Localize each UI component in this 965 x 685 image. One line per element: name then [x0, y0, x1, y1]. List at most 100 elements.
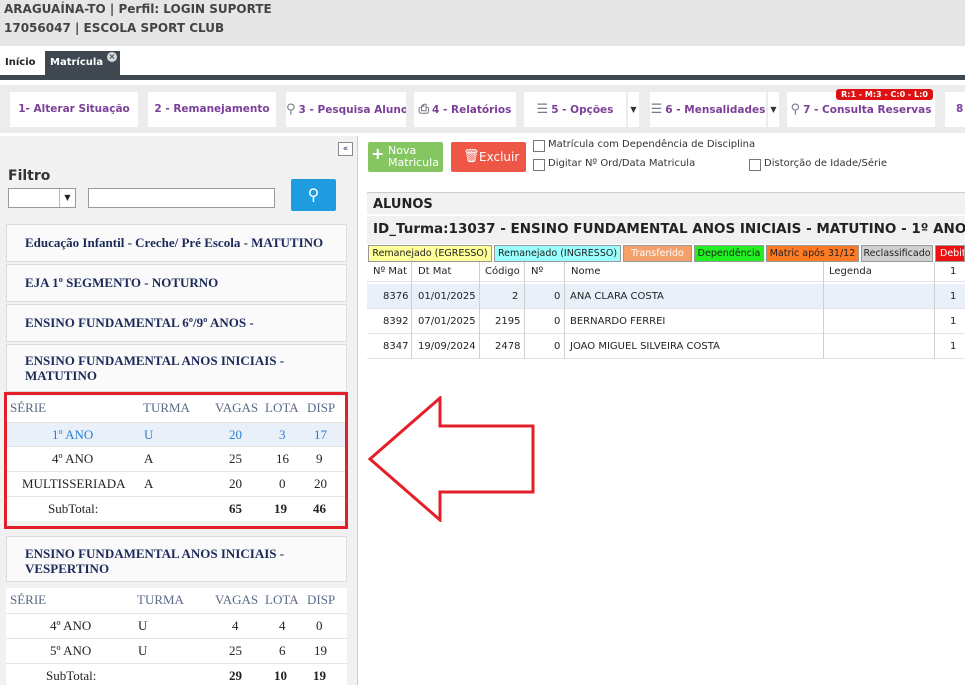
pesquisa-aluno-button[interactable]: ⚲ 3 - Pesquisa Aluno	[286, 92, 406, 127]
accordion-fund-6-9[interactable]: ENSINO FUNDAMENTAL 6º/9º ANOS - MATUTINO	[6, 304, 347, 366]
cell-disp: 0	[316, 618, 323, 633]
reservas-status-badge: R:1 - M:3 - C:0 - L:0	[836, 89, 933, 100]
legend-transferido: Transferido	[623, 245, 692, 262]
cell-nome: JOAO MIGUEL SILVEIRA COSTA	[570, 341, 720, 352]
table-row[interactable]: 8376 01/01/2025 2 0 ANA CLARA COSTA 1	[367, 284, 965, 309]
cell-nmat: 8376	[383, 291, 409, 302]
accordion-title-line1: ENSINO FUNDAMENTAL ANOS INICIAIS -	[25, 546, 285, 561]
cell-disp: 19	[314, 643, 327, 658]
filter-select[interactable]: ▼	[8, 188, 76, 208]
col-last[interactable]: 1	[950, 262, 956, 282]
col-codigo[interactable]: Código	[485, 262, 520, 282]
turmas-grid-vespertino: SÉRIE TURMA VAGAS LOTA DISP 4º ANO U 4 4…	[6, 588, 347, 685]
filter-search-input[interactable]	[88, 188, 275, 208]
app-header: ARAGUAÍNA-TO | Perfil: LOGIN SUPORTE 170…	[0, 0, 965, 46]
accordion-title-line1: ENSINO FUNDAMENTAL ANOS INICIAIS -	[25, 353, 285, 368]
col-dtmat[interactable]: Dt Mat	[418, 262, 451, 282]
filter-search-button[interactable]: ⚲	[291, 179, 336, 211]
cell-lota: 4	[279, 618, 286, 633]
col-turma[interactable]: TURMA	[137, 588, 184, 612]
mensalidades-label: 6 - Mensalidades	[665, 104, 766, 116]
cell-vagas: 4	[232, 618, 239, 633]
collapse-panel-icon[interactable]: «	[338, 142, 353, 156]
mensalidades-dropdown-icon[interactable]: ▼	[768, 92, 779, 127]
opcoes-button[interactable]: ☰ 5 - Opções	[524, 92, 626, 127]
accordion-title-line2: MATUTINO	[25, 368, 97, 383]
checkbox-dependencia-disciplina[interactable]: Matrícula com Dependência de Disciplina	[533, 139, 755, 152]
alterar-situacao-button[interactable]: 1- Alterar Situação	[10, 92, 138, 127]
cell-dtmat: 01/01/2025	[418, 291, 476, 302]
col-nome[interactable]: Nome	[571, 262, 601, 282]
accordion-ed-infantil[interactable]: Educação Infantil - Creche/ Pré Escola -…	[6, 224, 347, 262]
col-disp[interactable]: DISP	[307, 588, 335, 612]
filter-label: Filtro	[8, 168, 51, 184]
cell-last: 1	[950, 341, 957, 352]
remanejamento-button[interactable]: 2 - Remanejamento	[148, 92, 276, 127]
cell-nome: BERNARDO FERREI	[570, 316, 666, 327]
tab-bar: Início Matrícula ×	[0, 46, 965, 80]
accordion-title-line2: VESPERTINO	[25, 561, 110, 576]
table-row[interactable]: 4º ANO U 4 4 0	[6, 613, 347, 637]
tab-matricula[interactable]: Matrícula ×	[45, 51, 120, 80]
cell-codigo: 2478	[495, 341, 521, 352]
checkbox-digitar-ord-data[interactable]: Digitar Nº Ord/Data Matricula	[533, 158, 695, 171]
excluir-label: Excluir	[479, 150, 520, 164]
cell-nmat: 8392	[383, 316, 409, 327]
tab-inicio[interactable]: Início	[0, 51, 41, 80]
legend-matric-apos: Matric após 31/12	[766, 245, 859, 262]
column-divider	[564, 262, 565, 359]
cell-last: 1	[950, 316, 957, 327]
alunos-section-title: ALUNOS	[367, 192, 965, 214]
cell-n: 0	[554, 291, 561, 302]
search-icon: ⚲	[307, 185, 320, 204]
col-serie[interactable]: SÉRIE	[10, 588, 46, 612]
toolbar-button-8[interactable]: 8	[945, 92, 965, 127]
cell-codigo: 2	[512, 291, 519, 302]
opcoes-dropdown-icon[interactable]: ▼	[628, 92, 639, 127]
consulta-reservas-label: 7 - Consulta Reservas	[803, 104, 932, 116]
legend-remanejado-egresso: Remanejado (EGRESSO)	[368, 245, 492, 262]
close-icon[interactable]: ×	[107, 52, 117, 62]
table-row[interactable]: 5º ANO U 25 6 19	[6, 638, 347, 662]
accordion-fund-iniciais-matutino[interactable]: ENSINO FUNDAMENTAL ANOS INICIAIS - MATUT…	[6, 344, 347, 392]
trash-icon: 🗑	[463, 149, 480, 164]
cell-dtmat: 07/01/2025	[418, 316, 476, 327]
column-divider	[934, 262, 935, 359]
col-vagas[interactable]: VAGAS	[215, 588, 258, 612]
legend-reclassificado: Reclassificado	[861, 245, 933, 262]
excluir-button[interactable]: 🗑 Excluir	[451, 142, 526, 172]
subtotal-disp: 19	[313, 668, 326, 683]
nova-matricula-button[interactable]: + Nova Matricula	[368, 142, 443, 172]
accordion-eja[interactable]: EJA 1º SEGMENTO - NOTURNO	[6, 264, 347, 302]
relatorios-button[interactable]: ⎙ 4 - Relatórios	[414, 92, 516, 127]
cell-serie: 5º ANO	[50, 643, 92, 658]
mensalidades-button[interactable]: ☰ 6 - Mensalidades	[650, 92, 766, 127]
column-divider	[411, 262, 412, 359]
grid-header: SÉRIE TURMA VAGAS LOTA DISP	[6, 588, 347, 612]
col-lota[interactable]: LOTA	[265, 588, 299, 612]
legend-debito: Debit	[935, 245, 965, 262]
subtotal-label: SubTotal:	[46, 668, 97, 683]
table-row[interactable]: 8392 07/01/2025 2195 0 BERNARDO FERREI 1	[367, 309, 965, 334]
col-nmat[interactable]: Nº Mat	[373, 262, 407, 282]
cell-vagas: 25	[229, 643, 242, 658]
col-n[interactable]: Nº	[531, 262, 543, 282]
cell-lota: 6	[279, 643, 286, 658]
table-row[interactable]: 8347 19/09/2024 2478 0 JOAO MIGUEL SILVE…	[367, 334, 965, 359]
sliders-icon: ☰	[536, 102, 549, 117]
column-divider	[524, 262, 525, 359]
cell-nome: ANA CLARA COSTA	[570, 291, 664, 302]
accordion-fund-iniciais-vespertino[interactable]: ENSINO FUNDAMENTAL ANOS INICIAIS - VESPE…	[6, 536, 347, 582]
cell-nmat: 8347	[383, 341, 409, 352]
chevron-down-icon: ▼	[59, 189, 75, 207]
cell-turma: U	[138, 618, 148, 633]
legend-remanejado-ingresso: Remanejado (INGRESSO)	[494, 245, 621, 262]
relatorios-label: 4 - Relatórios	[432, 104, 512, 116]
search-icon: ⚲	[286, 102, 296, 117]
column-divider	[823, 262, 824, 359]
tab-matricula-label: Matrícula	[50, 57, 104, 68]
checkbox-distorcao-idade[interactable]: Distorção de Idade/Série	[749, 158, 887, 171]
sliders-icon: ☰	[650, 102, 663, 117]
pesquisa-aluno-label: 3 - Pesquisa Aluno	[298, 104, 406, 116]
col-legenda[interactable]: Legenda	[829, 262, 872, 282]
